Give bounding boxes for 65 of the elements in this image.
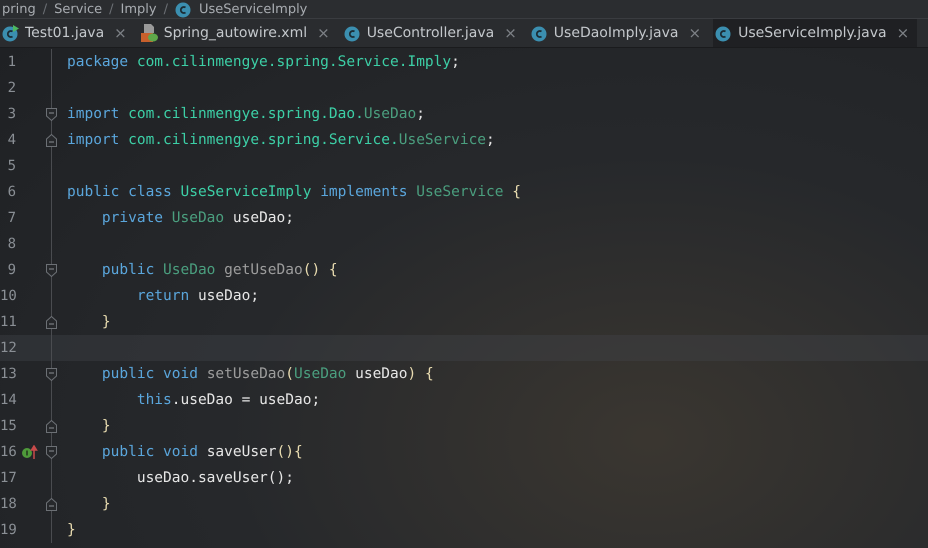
line-number: 17 bbox=[0, 470, 16, 486]
editor-tab[interactable]: UseServiceImply.java × bbox=[713, 19, 918, 47]
editor-tab[interactable]: Test01.java × bbox=[0, 19, 135, 47]
code-line: import com.cilinmengye.spring.Dao.UseDao; bbox=[66, 106, 425, 122]
close-icon[interactable]: × bbox=[504, 24, 517, 42]
code-line: this.useDao = useDao; bbox=[136, 392, 320, 408]
run-class-icon bbox=[2, 24, 19, 42]
breadcrumb-item[interactable]: Service bbox=[54, 2, 102, 16]
line-number: 4 bbox=[6, 132, 16, 148]
code-line: private UseDao useDao; bbox=[100, 210, 294, 226]
code-line: } bbox=[100, 418, 111, 434]
line-number: 5 bbox=[6, 158, 16, 174]
code-line: return useDao; bbox=[136, 288, 260, 304]
line-number: 1 bbox=[6, 54, 16, 70]
breadcrumb-item[interactable]: pring bbox=[2, 2, 36, 16]
line-number: 18 bbox=[0, 496, 16, 512]
line-number: 10 bbox=[0, 288, 16, 304]
code-line: public void saveUser(){ bbox=[100, 444, 303, 460]
line-number: 9 bbox=[6, 262, 16, 278]
breadcrumb-separator: / bbox=[164, 2, 168, 16]
fold-icon[interactable] bbox=[46, 446, 57, 458]
editor-tab[interactable]: UseDaoImply.java × bbox=[528, 19, 710, 47]
implements-marker-icon[interactable] bbox=[22, 445, 38, 459]
breadcrumb-separator: / bbox=[42, 2, 48, 16]
line-number: 16 bbox=[0, 444, 16, 460]
line-number: 13 bbox=[0, 366, 16, 382]
line-number: 11 bbox=[0, 314, 16, 330]
code-line: import com.cilinmengye.spring.Service.UseService; bbox=[66, 132, 495, 148]
code-line: } bbox=[66, 522, 76, 538]
close-icon[interactable]: × bbox=[317, 24, 330, 42]
fold-end-icon[interactable] bbox=[46, 134, 57, 146]
breadcrumb-item[interactable]: Imply bbox=[120, 2, 157, 16]
code-line: } bbox=[100, 314, 111, 330]
line-number: 6 bbox=[6, 184, 16, 200]
line-number: 3 bbox=[6, 106, 16, 122]
breadcrumb-item[interactable]: UseServiceImply bbox=[198, 2, 308, 16]
fold-end-icon[interactable] bbox=[46, 498, 57, 510]
line-number: 12 bbox=[0, 340, 16, 356]
fold-icon[interactable] bbox=[46, 108, 57, 120]
fold-end-icon[interactable] bbox=[46, 420, 57, 432]
close-icon[interactable]: × bbox=[688, 24, 702, 42]
line-number: 8 bbox=[6, 236, 16, 252]
line-number: 15 bbox=[0, 418, 16, 434]
line-number: 2 bbox=[6, 80, 16, 96]
code-line: public class UseServiceImply implements UseService { bbox=[66, 184, 521, 200]
xml-file-icon bbox=[140, 24, 158, 42]
editor-tab[interactable]: Spring_autowire.xml × bbox=[138, 19, 338, 47]
code-line: package com.cilinmengye.spring.Service.Imply; bbox=[66, 54, 460, 70]
class-icon bbox=[530, 24, 548, 42]
line-number: 19 bbox=[0, 522, 16, 538]
close-icon[interactable]: × bbox=[896, 24, 910, 42]
line-number: 7 bbox=[6, 210, 16, 226]
class-icon bbox=[344, 24, 361, 42]
fold-end-icon[interactable] bbox=[46, 316, 57, 328]
fold-icon[interactable] bbox=[46, 368, 57, 380]
class-icon bbox=[715, 24, 732, 42]
line-number: 14 bbox=[0, 392, 16, 408]
code-line: } bbox=[100, 496, 111, 512]
code-line: public UseDao getUseDao() { bbox=[100, 262, 338, 278]
code-line: public void setUseDao(UseDao useDao) { bbox=[100, 366, 434, 382]
code-line: useDao.saveUser(); bbox=[136, 470, 294, 486]
fold-icon[interactable] bbox=[46, 264, 57, 276]
breadcrumb-separator: / bbox=[109, 2, 114, 16]
editor-tab[interactable]: UseController.java × bbox=[342, 19, 525, 47]
close-icon[interactable]: × bbox=[114, 24, 127, 42]
